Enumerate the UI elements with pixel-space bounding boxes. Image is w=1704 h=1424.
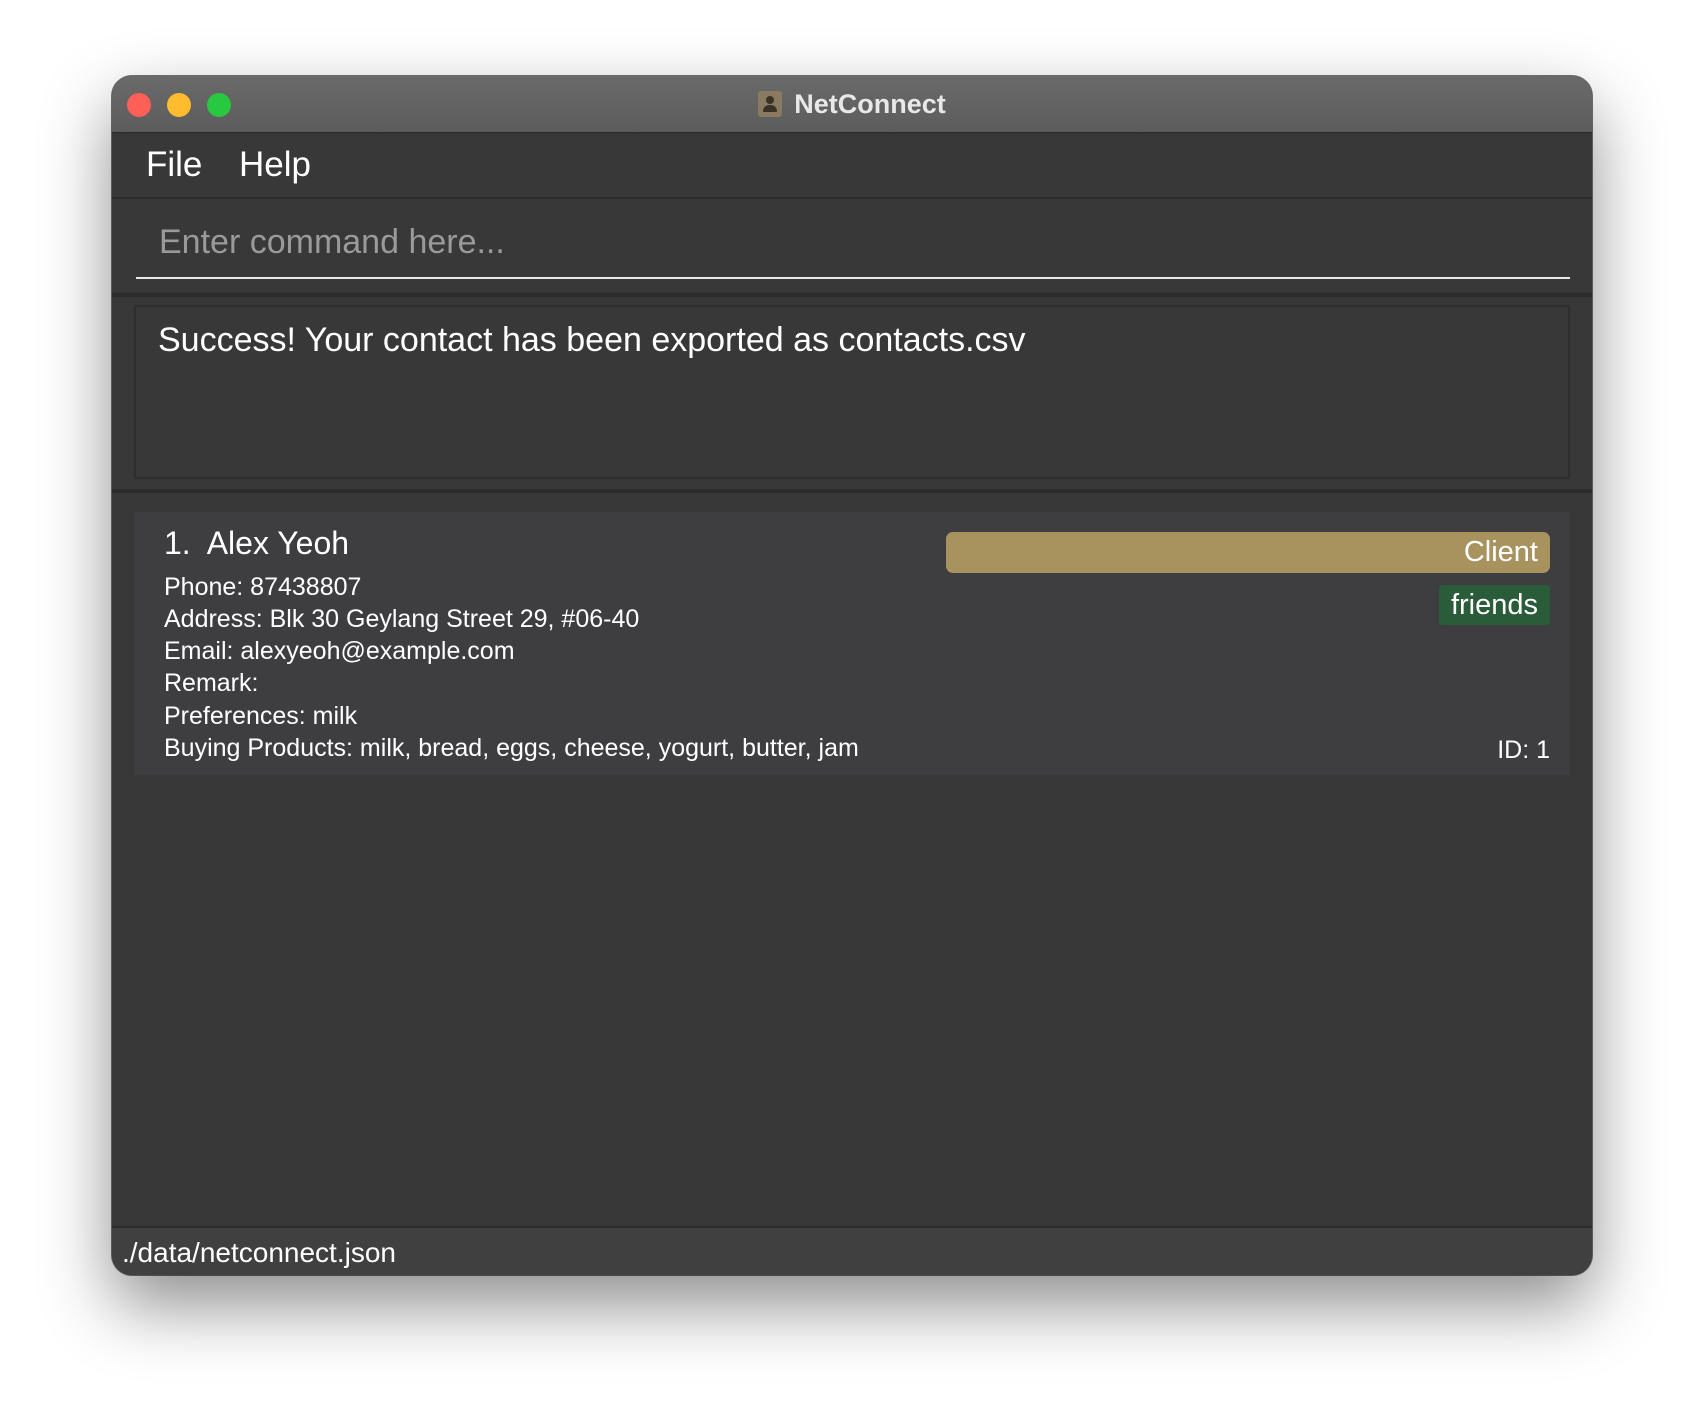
role-tag-client: Client [946, 532, 1550, 573]
tag-friends: friends [1438, 585, 1550, 625]
contact-name-line: 1. Alex Yeoh [164, 525, 349, 562]
contact-card[interactable]: 1. Alex Yeoh Phone: 87438807 Address: Blk… [134, 512, 1570, 775]
title-bar: NetConnect [112, 76, 1592, 133]
result-display-box[interactable]: Success! Your contact has been exported … [134, 305, 1570, 479]
menu-file[interactable]: File [146, 145, 202, 185]
contact-phone: Phone: 87438807 [164, 573, 362, 601]
result-message: Success! Your contact has been exported … [158, 321, 1026, 359]
app-window: NetConnect File Help Success! Your conta… [112, 76, 1592, 1275]
contact-email: Email: alexyeoh@example.com [164, 637, 515, 665]
command-input[interactable] [136, 207, 1570, 279]
window-title-wrap: NetConnect [112, 76, 1592, 132]
command-box-area [112, 199, 1592, 297]
contact-remark: Remark: [164, 669, 259, 697]
contact-id: ID: 1 [1497, 736, 1550, 764]
menu-bar: File Help [112, 133, 1592, 199]
contact-address: Address: Blk 30 Geylang Street 29, #06-4… [164, 605, 640, 633]
menu-help[interactable]: Help [239, 145, 311, 185]
save-file-path: ./data/netconnect.json [122, 1237, 396, 1268]
window-title: NetConnect [794, 88, 946, 119]
contact-index: 1. [164, 525, 191, 561]
result-display-area: Success! Your contact has been exported … [112, 297, 1592, 493]
contacts-app-icon [758, 91, 783, 117]
contact-buying-products: Buying Products: milk, bread, eggs, chee… [164, 734, 859, 762]
contact-name: Alex Yeoh [206, 525, 350, 561]
contact-preferences: Preferences: milk [164, 702, 358, 730]
status-bar: ./data/netconnect.json [112, 1226, 1592, 1275]
contact-list: 1. Alex Yeoh Phone: 87438807 Address: Blk… [112, 493, 1592, 1226]
